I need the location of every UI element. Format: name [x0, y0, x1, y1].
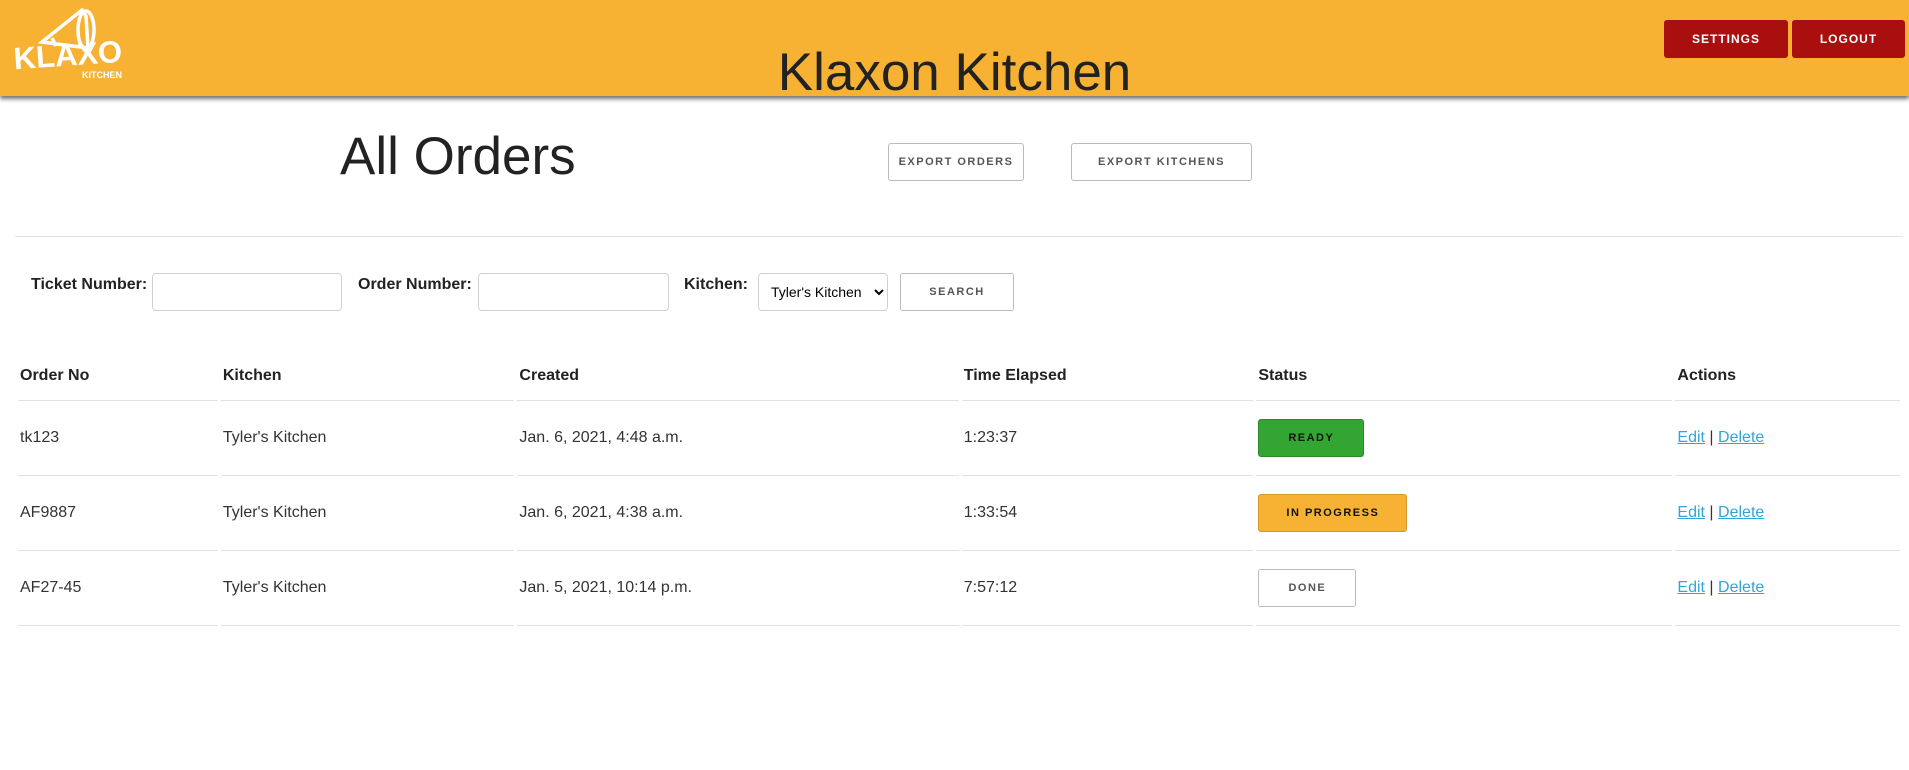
order-no-cell: tk123: [18, 401, 218, 476]
actions-cell: Edit | Delete: [1675, 551, 1900, 626]
header-order-no: Order No: [18, 352, 218, 401]
status-cell: READY: [1256, 401, 1673, 476]
edit-link[interactable]: Edit: [1677, 579, 1705, 596]
elapsed-cell: 1:23:37: [961, 401, 1254, 476]
settings-button[interactable]: SETTINGS: [1664, 20, 1788, 58]
kitchen-cell: Tyler's Kitchen: [220, 401, 515, 476]
delete-link[interactable]: Delete: [1718, 579, 1764, 596]
orders-table: Order No Kitchen Created Time Elapsed St…: [15, 352, 1903, 626]
status-done-button[interactable]: DONE: [1258, 569, 1357, 607]
export-orders-button[interactable]: EXPORT ORDERS: [888, 143, 1024, 181]
ticket-number-label: Ticket Number:: [31, 276, 148, 293]
action-separator: |: [1709, 429, 1714, 446]
header-status: Status: [1256, 352, 1673, 401]
logout-button[interactable]: LOGOUT: [1792, 20, 1905, 58]
status-in-progress-button[interactable]: IN PROGRESS: [1258, 494, 1408, 532]
app-header: KLAXON KITCHEN Klaxon Kitchen SETTINGS L…: [0, 0, 1909, 102]
delete-link[interactable]: Delete: [1718, 504, 1764, 521]
table-header-row: Order No Kitchen Created Time Elapsed St…: [18, 352, 1900, 401]
status-cell: DONE: [1256, 551, 1673, 626]
elapsed-cell: 7:57:12: [961, 551, 1254, 626]
search-button[interactable]: SEARCH: [900, 273, 1014, 311]
created-cell: Jan. 6, 2021, 4:38 a.m.: [517, 476, 959, 551]
table-row: AF9887 Tyler's Kitchen Jan. 6, 2021, 4:3…: [18, 476, 1900, 551]
order-no-cell: AF27-45: [18, 551, 218, 626]
header-kitchen: Kitchen: [220, 352, 515, 401]
action-separator: |: [1709, 504, 1714, 521]
kitchen-cell: Tyler's Kitchen: [220, 551, 515, 626]
order-no-cell: AF9887: [18, 476, 218, 551]
order-number-input[interactable]: [478, 273, 669, 311]
actions-cell: Edit | Delete: [1675, 476, 1900, 551]
status-cell: IN PROGRESS: [1256, 476, 1673, 551]
kitchen-cell: Tyler's Kitchen: [220, 476, 515, 551]
actions-cell: Edit | Delete: [1675, 401, 1900, 476]
elapsed-cell: 1:33:54: [961, 476, 1254, 551]
header-time-elapsed: Time Elapsed: [961, 352, 1254, 401]
export-kitchens-button[interactable]: EXPORT KITCHENS: [1071, 143, 1252, 181]
header-created: Created: [517, 352, 959, 401]
edit-link[interactable]: Edit: [1677, 429, 1705, 446]
status-ready-button[interactable]: READY: [1258, 419, 1365, 457]
page-title: All Orders: [340, 127, 576, 186]
created-cell: Jan. 6, 2021, 4:48 a.m.: [517, 401, 959, 476]
section-divider: [15, 236, 1903, 237]
action-separator: |: [1709, 579, 1714, 596]
created-cell: Jan. 5, 2021, 10:14 p.m.: [517, 551, 959, 626]
delete-link[interactable]: Delete: [1718, 429, 1764, 446]
edit-link[interactable]: Edit: [1677, 504, 1705, 521]
header-actions: Actions: [1675, 352, 1900, 401]
order-number-label: Order Number:: [358, 276, 472, 293]
ticket-number-input[interactable]: [152, 273, 342, 311]
table-row: tk123 Tyler's Kitchen Jan. 6, 2021, 4:48…: [18, 401, 1900, 476]
kitchen-label: Kitchen:: [684, 276, 748, 293]
table-row: AF27-45 Tyler's Kitchen Jan. 5, 2021, 10…: [18, 551, 1900, 626]
app-title: Klaxon Kitchen: [777, 42, 1132, 102]
kitchen-select[interactable]: Tyler's Kitchen: [758, 273, 888, 311]
